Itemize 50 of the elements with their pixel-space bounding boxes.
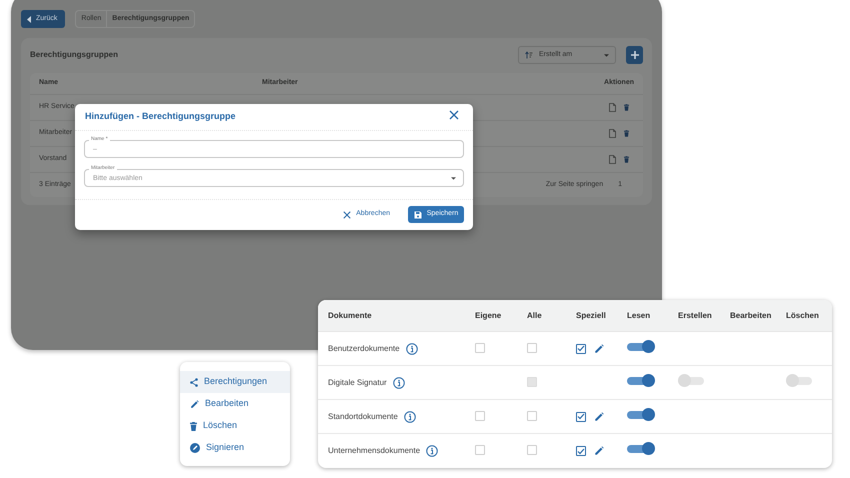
row-label: Standortdokumente [328,410,398,422]
pencil-icon[interactable] [594,412,604,422]
column-header: Speziell [576,310,607,322]
menu-item[interactable]: Signieren [180,437,290,459]
close-icon [343,210,352,218]
info-icon[interactable] [404,410,416,422]
info-icon[interactable] [392,376,405,388]
caret-left-icon [27,16,31,22]
toggle-switch[interactable] [627,374,655,386]
column-header: Lesen [627,310,652,322]
toggle-switch[interactable] [627,340,655,352]
file-icon[interactable] [609,129,616,138]
signature-icon [190,443,200,453]
close-icon [449,110,459,120]
row-label: Digitale Signatur [328,376,387,388]
dialog-title: Hinzufügen - Berechtigungsgruppe [85,110,236,124]
add-button[interactable] [626,46,643,64]
file-icon[interactable] [609,155,616,164]
column-header: Alle [527,310,543,322]
sort-icon [525,51,533,59]
pencil-icon [190,400,199,408]
file-icon[interactable] [609,103,616,112]
trash-icon[interactable] [624,104,629,111]
share-icon [190,378,198,386]
checkbox[interactable] [576,344,586,354]
plus-icon [630,51,638,59]
trash-icon[interactable] [624,156,629,163]
row-label: Benutzerdokumente [328,342,400,354]
column-header: Dokumente [327,310,373,322]
info-icon[interactable] [426,445,438,457]
column-header: Bearbeiten [730,310,772,322]
column-header: Löschen [786,310,820,322]
pencil-icon[interactable] [594,446,604,456]
pencil-icon[interactable] [594,344,604,354]
column-header: Erstellen [678,310,713,322]
column-header: Eigene [475,310,502,322]
menu-item[interactable]: Bearbeiten [180,393,290,415]
row-label: Unternehmensdokumente [328,445,420,457]
card-title: Berechtigungsgruppen [30,49,118,61]
menu-item[interactable]: Löschen [180,415,290,437]
trash-icon [190,422,197,430]
trash-icon[interactable] [624,130,629,137]
caret-down-icon [604,54,609,56]
toggle-switch[interactable] [627,408,655,420]
checkbox[interactable] [576,412,586,422]
toggle-switch[interactable] [627,442,655,455]
checkbox[interactable] [576,446,586,456]
info-icon[interactable] [406,342,418,354]
menu-item[interactable]: Berechtigungen [180,371,290,393]
caret-down-icon [451,177,456,180]
